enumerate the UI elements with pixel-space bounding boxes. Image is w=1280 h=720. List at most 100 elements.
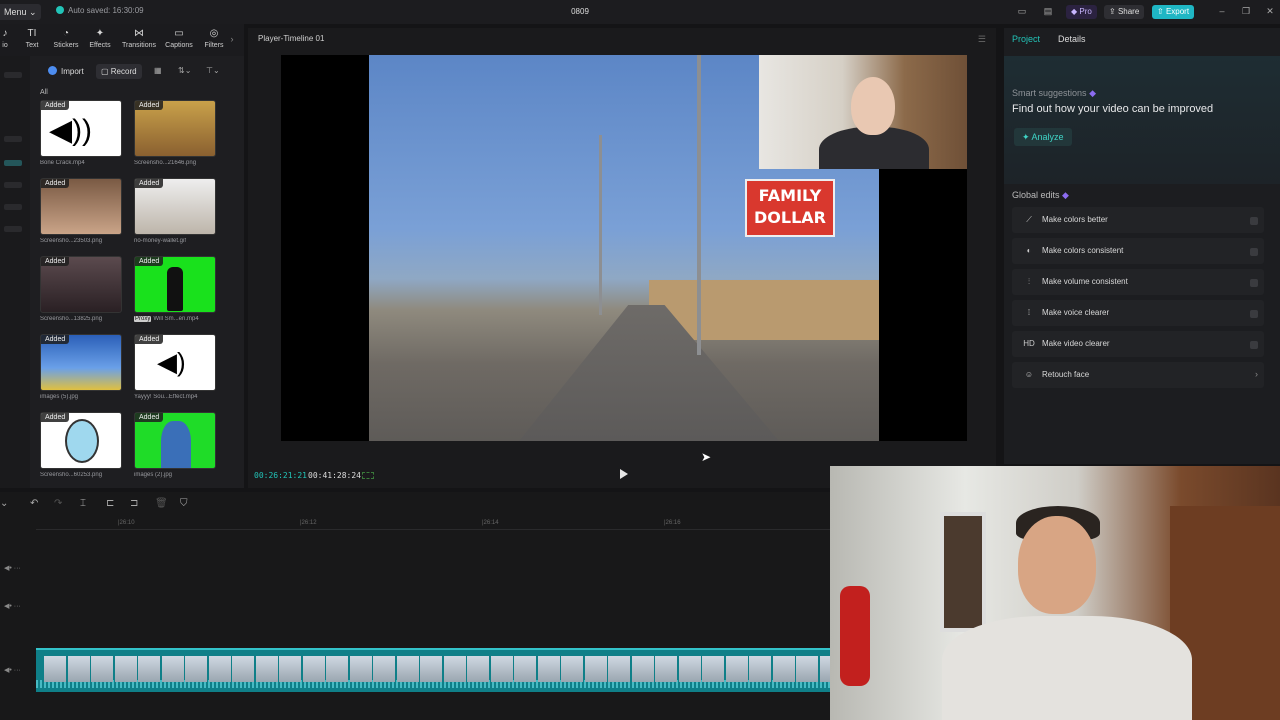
split-left-icon[interactable]: ⊏ (106, 498, 114, 509)
plus-icon (48, 66, 57, 75)
captions-icon: ▭ (174, 28, 184, 39)
webcam-overlay (759, 55, 967, 169)
tab-details[interactable]: Details (1058, 34, 1086, 44)
toggle[interactable] (1250, 217, 1258, 225)
shortcuts-icon[interactable]: ▤ (1042, 6, 1054, 16)
edit-make-colors-consistent[interactable]: ◐ Make colors consistent (1012, 238, 1264, 264)
audio-track-icon[interactable]: ◀• ··· (4, 564, 21, 572)
import-button[interactable]: Import (42, 64, 92, 79)
media-thumb[interactable]: Added (40, 178, 122, 235)
tool-captions[interactable]: ▭ Captions (160, 28, 198, 49)
chevron-down-icon[interactable]: ⌄ (0, 498, 8, 509)
layout-icon[interactable]: ▭ (1016, 6, 1028, 16)
media-thumb[interactable]: Added (40, 256, 122, 313)
rail-item-active[interactable] (4, 160, 22, 166)
marker-icon[interactable]: ⛉ (180, 498, 188, 509)
face-icon: ☺ (1024, 370, 1034, 379)
clip-frame (302, 656, 325, 682)
edit-make-voice-clearer[interactable]: ⁞ Make voice clearer (1012, 300, 1264, 326)
edit-retouch-face[interactable]: ☺ Retouch face › (1012, 362, 1264, 388)
shirt (942, 616, 1192, 720)
ruler-tick: |26:14 (482, 520, 499, 526)
clip-frame (772, 656, 795, 682)
sort-icon[interactable]: ⇅⌄ (178, 66, 191, 75)
ruler-tick: |26:12 (300, 520, 317, 526)
close-icon[interactable]: ✕ (1264, 6, 1276, 16)
voice-icon: ⁞ (1027, 308, 1031, 317)
tool-text[interactable]: TI Text (13, 28, 51, 49)
media-thumb[interactable]: Added (40, 334, 122, 391)
video-preview[interactable]: FAMILY DOLLAR (281, 55, 967, 441)
media-name: Yayyy! Sou...Effect.mp4 (134, 394, 198, 400)
edit-make-colors-better[interactable]: ⟋ Make colors better (1012, 207, 1264, 233)
webcam-feed (830, 466, 1280, 720)
media-name: Proxy Will Sm...en.mp4 (134, 316, 224, 322)
media-thumb[interactable]: Added (40, 412, 122, 469)
face (1018, 516, 1096, 614)
filter-icon[interactable]: ⊤⌄ (206, 66, 220, 75)
redo-icon[interactable]: ↷ (54, 498, 62, 509)
tool-effects[interactable]: ✦ Effects (81, 28, 119, 49)
record-button[interactable]: ▢ Record (96, 64, 142, 79)
play-button[interactable] (620, 469, 628, 479)
media-thumb[interactable]: Added (134, 256, 216, 313)
rail-item[interactable] (4, 72, 22, 78)
time-ruler[interactable]: |26:10 |26:12 |26:14 |26:16 (36, 520, 830, 530)
edit-make-volume-consistent[interactable]: ⫶ Make volume consistent (1012, 269, 1264, 295)
split-right-icon[interactable]: ⊐ (130, 498, 138, 509)
media-name: Screensho...21646.png (134, 160, 197, 166)
toggle[interactable] (1250, 279, 1258, 287)
delete-icon[interactable]: 🗑 (155, 498, 168, 509)
asset-toolbar: ♪ io TI Text ◔ Stickers ✦ Effects ⋈ Transitio… (0, 24, 244, 56)
rail-item[interactable] (4, 182, 22, 188)
undo-icon[interactable]: ↶ (30, 498, 38, 509)
clip-frame (584, 656, 607, 682)
added-badge: Added (41, 179, 70, 188)
share-label: Share (1117, 7, 1140, 16)
toggle[interactable] (1250, 341, 1258, 349)
export-button[interactable]: ⇧ Export (1152, 5, 1195, 19)
audio-track-icon[interactable]: ◀• ··· (4, 602, 21, 610)
tool-label: Effects (89, 42, 111, 49)
video-clip[interactable] (36, 648, 830, 692)
toggle[interactable] (1250, 310, 1258, 318)
restore-icon[interactable]: ❐ (1240, 6, 1252, 16)
rail-item[interactable] (4, 136, 22, 142)
grid-view-icon[interactable]: ▦ (154, 66, 162, 75)
pro-button[interactable]: ◆ Pro (1066, 5, 1097, 19)
rail-item[interactable] (4, 226, 22, 232)
media-thumb[interactable]: Added (134, 412, 216, 469)
minimize-icon[interactable]: – (1216, 6, 1228, 16)
clip-frame (326, 656, 348, 682)
menu-icon[interactable]: ☰ (978, 34, 986, 45)
rail-item[interactable] (4, 204, 22, 210)
added-badge: Added (135, 335, 164, 344)
split-icon[interactable]: ⌶ (80, 498, 86, 509)
check-icon (56, 6, 64, 14)
media-name: no-money-wallet.gif (134, 238, 187, 244)
edit-make-video-clearer[interactable]: HD Make video clearer (1012, 331, 1264, 357)
added-badge: Added (41, 101, 70, 110)
media-thumb[interactable]: ◀) Added (134, 334, 216, 391)
project-name: 0809 (571, 7, 589, 16)
media-name: Screensho...60253.png (40, 472, 103, 478)
toggle[interactable] (1250, 248, 1258, 256)
current-time: 00:26:21:21 (254, 471, 307, 480)
video-track-icon[interactable]: ◀• ··· (4, 666, 21, 674)
media-thumb[interactable]: ◀)) Added (40, 100, 122, 157)
clip-frame (373, 656, 395, 682)
media-thumb[interactable]: Added (134, 100, 216, 157)
tab-project[interactable]: Project (1012, 34, 1040, 44)
wand-icon: ⟋ (1026, 215, 1032, 224)
clip-frame (819, 656, 830, 682)
media-thumb[interactable]: Added (134, 178, 216, 235)
chevron-right-icon[interactable]: › (222, 34, 242, 44)
share-button[interactable]: ⇪ Share (1104, 5, 1145, 19)
edit-label: Make video clearer (1042, 339, 1110, 348)
proxy-badge: Proxy (134, 316, 152, 322)
analyze-button[interactable]: ✦ Analyze (1014, 128, 1072, 146)
tool-stickers[interactable]: ◔ Stickers (47, 28, 85, 49)
menu-button[interactable]: Menu ⌄ (0, 4, 41, 20)
speaker-icon: ◀) (157, 347, 186, 377)
tool-transitions[interactable]: ⋈ Transitions (120, 28, 158, 49)
